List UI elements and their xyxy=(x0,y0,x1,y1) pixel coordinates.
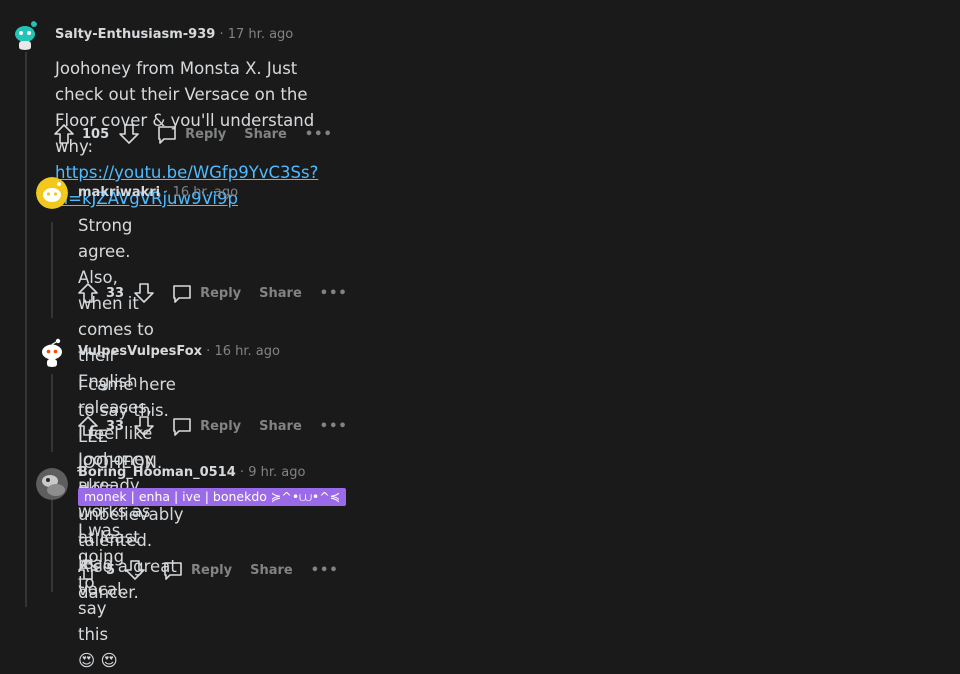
reply-label: Reply xyxy=(191,562,233,578)
user-flair: monek | enha | ive | bonekdo ≽^•⩊•^≼ xyxy=(78,488,347,506)
reply-button[interactable]: Reply xyxy=(170,414,241,438)
avatar[interactable] xyxy=(36,468,68,500)
comment-body: I was going to say this 😍 😍 xyxy=(78,518,124,674)
thread-line-root[interactable] xyxy=(25,52,27,607)
separator-dot: · xyxy=(219,27,224,42)
share-button[interactable]: Share xyxy=(259,286,302,301)
comment-actions: 105 Reply Share ••• xyxy=(52,121,333,147)
reply-button[interactable]: Reply xyxy=(155,122,226,146)
more-options-icon[interactable]: ••• xyxy=(311,563,339,578)
timestamp[interactable]: 17 hr. ago xyxy=(228,27,294,42)
more-options-icon[interactable]: ••• xyxy=(320,286,348,301)
comment-icon xyxy=(170,281,194,305)
username[interactable]: Boring_Hooman_0514 xyxy=(78,465,236,480)
reply-label: Reply xyxy=(200,285,242,301)
comment-meta: makriwakri · 16 hr. ago xyxy=(78,185,238,200)
reply-label: Reply xyxy=(200,418,242,434)
upvote-icon[interactable] xyxy=(76,414,100,438)
user-photo-avatar-icon xyxy=(36,468,68,500)
username[interactable]: Salty-Enthusiasm-939 xyxy=(55,27,215,42)
downvote-icon[interactable] xyxy=(117,122,141,146)
avatar[interactable] xyxy=(9,18,41,50)
timestamp[interactable]: 9 hr. ago xyxy=(248,465,305,480)
share-button[interactable]: Share xyxy=(244,127,287,142)
reply-button[interactable]: Reply xyxy=(161,558,232,582)
vote-count: 33 xyxy=(106,418,125,434)
comment-meta: Boring_Hooman_0514 · 9 hr. ago xyxy=(78,465,305,480)
thread-line-reply-1[interactable] xyxy=(51,222,53,318)
comment-icon xyxy=(170,414,194,438)
vote-count: 33 xyxy=(106,285,125,301)
timestamp[interactable]: 16 hr. ago xyxy=(214,344,280,359)
username[interactable]: VulpesVulpesFox xyxy=(78,344,202,359)
comment-actions: 33 Reply Share ••• xyxy=(76,413,348,439)
separator-dot: · xyxy=(206,344,211,359)
snoo-avatar-icon xyxy=(9,18,41,50)
more-options-icon[interactable]: ••• xyxy=(305,127,333,142)
comment-actions: 5 Reply Share ••• xyxy=(76,557,339,583)
thread-line-reply-2[interactable] xyxy=(51,374,53,452)
reply-label: Reply xyxy=(185,126,227,142)
reply-button[interactable]: Reply xyxy=(170,281,241,305)
separator-dot: · xyxy=(239,465,245,480)
comment-actions: 33 Reply Share ••• xyxy=(76,280,348,306)
upvote-icon[interactable] xyxy=(76,558,100,582)
downvote-icon[interactable] xyxy=(132,281,156,305)
downvote-icon[interactable] xyxy=(132,414,156,438)
username[interactable]: makriwakri xyxy=(78,185,160,200)
avatar[interactable] xyxy=(36,335,68,367)
comment-icon xyxy=(155,122,179,146)
more-options-icon[interactable]: ••• xyxy=(320,419,348,434)
comment-meta: VulpesVulpesFox · 16 hr. ago xyxy=(78,344,280,359)
comment-text: I was going to say this 😍 😍 xyxy=(78,521,125,670)
snoo-avatar-icon xyxy=(36,177,68,209)
upvote-icon[interactable] xyxy=(76,281,100,305)
comment-icon xyxy=(161,558,185,582)
snoo-avatar-icon xyxy=(36,335,68,367)
vote-count: 5 xyxy=(106,562,116,578)
upvote-icon[interactable] xyxy=(52,122,76,146)
share-button[interactable]: Share xyxy=(250,563,293,578)
avatar[interactable] xyxy=(36,177,68,209)
share-button[interactable]: Share xyxy=(259,419,302,434)
timestamp[interactable]: 16 hr. ago xyxy=(173,185,239,200)
downvote-icon[interactable] xyxy=(123,558,147,582)
separator-dot: · xyxy=(164,185,169,200)
vote-count: 105 xyxy=(82,126,110,142)
comment-meta: Salty-Enthusiasm-939 · 17 hr. ago xyxy=(55,27,293,42)
thread-line-reply-3[interactable] xyxy=(51,500,53,592)
